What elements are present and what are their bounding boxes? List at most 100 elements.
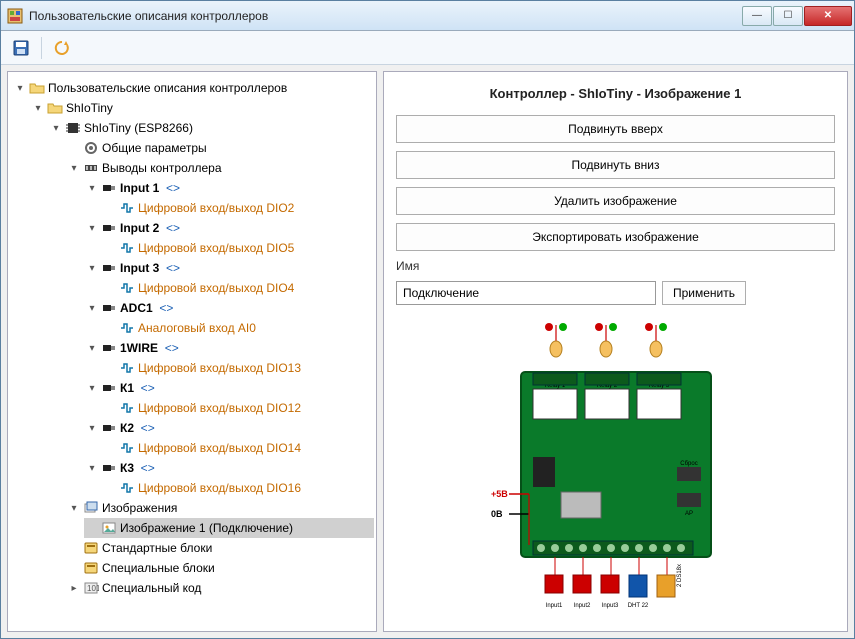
tree-image-1[interactable]: ▾ Изображение 1 (Подключение) [84, 518, 374, 538]
tree-pin-adc1-sub[interactable]: ▾Аналоговый вход AI0 [102, 318, 374, 338]
svg-text:Input3: Input3 [601, 603, 618, 609]
tree-pin-k1[interactable]: ▾К1 <> [84, 378, 374, 398]
tree-pin-input1[interactable]: ▾Input 1 <> [84, 178, 374, 198]
titlebar: Пользовательские описания контроллеров —… [1, 1, 854, 31]
tree-pin-onewire[interactable]: ▾1WIRE <> [84, 338, 374, 358]
image-icon [101, 520, 117, 536]
tree-root[interactable]: ▾ Пользовательские описания контроллеров [12, 78, 374, 98]
pin-icon [101, 460, 117, 476]
signal-icon [119, 440, 135, 456]
tree-panel[interactable]: ▾ Пользовательские описания контроллеров… [7, 71, 377, 632]
chevron-down-icon[interactable]: ▾ [50, 123, 62, 134]
tree-device[interactable]: ▾ ShIoTiny [30, 98, 374, 118]
svg-text:Input2: Input2 [573, 603, 590, 609]
tree-pin-input1-sub[interactable]: ▾Цифровой вход/выход DIO2 [102, 198, 374, 218]
chevron-down-icon[interactable]: ▾ [14, 83, 26, 94]
tree-pin-k2[interactable]: ▾К2 <> [84, 418, 374, 438]
toolbar-separator [41, 37, 42, 59]
tree-pin-input3-sub[interactable]: ▾Цифровой вход/выход DIO4 [102, 278, 374, 298]
tree-pin-k3-sub[interactable]: ▾Цифровой вход/выход DIO16 [102, 478, 374, 498]
refresh-button[interactable] [50, 36, 74, 60]
pin-icon [101, 380, 117, 396]
pin-icon [101, 260, 117, 276]
tree-spec-code[interactable]: ▸ 101 Специальный код [66, 578, 374, 598]
tree-spec-blocks[interactable]: ▾ Специальные блоки [66, 558, 374, 578]
detail-panel: Контроллер - ShIoTiny - Изображение 1 По… [383, 71, 848, 632]
tree-pin-onewire-sub[interactable]: ▾Цифровой вход/выход DIO13 [102, 358, 374, 378]
signal-icon [119, 360, 135, 376]
chevron-down-icon[interactable]: ▾ [86, 463, 98, 474]
window-title: Пользовательские описания контроллеров [29, 9, 742, 23]
tree-pin-k2-sub[interactable]: ▾Цифровой вход/выход DIO14 [102, 438, 374, 458]
block-icon [83, 560, 99, 576]
apply-button[interactable]: Применить [662, 281, 746, 305]
tree-std-blocks[interactable]: ▾ Стандартные блоки [66, 538, 374, 558]
tree-images[interactable]: ▾ Изображения [66, 498, 374, 518]
name-label: Имя [396, 259, 835, 273]
chevron-down-icon[interactable]: ▾ [86, 183, 98, 194]
tree-pin-adc1[interactable]: ▾ADC1 <> [84, 298, 374, 318]
tree-pins[interactable]: ▾ Выводы контроллера [66, 158, 374, 178]
gear-icon [83, 140, 99, 156]
app-icon [7, 8, 23, 24]
board-image: Relay 1 Relay 2 Relay 3 Сброс AP [396, 313, 835, 621]
svg-text:Input1: Input1 [545, 603, 562, 609]
detail-title: Контроллер - ShIoTiny - Изображение 1 [396, 86, 835, 101]
signal-icon [119, 240, 135, 256]
pin-icon [101, 220, 117, 236]
pin-icon [101, 180, 117, 196]
close-button[interactable]: ✕ [804, 6, 852, 26]
signal-icon [119, 400, 135, 416]
body: ▾ Пользовательские описания контроллеров… [1, 65, 854, 638]
move-down-button[interactable]: Подвинуть вниз [396, 151, 835, 179]
save-button[interactable] [9, 36, 33, 60]
minimize-button[interactable]: — [742, 6, 772, 26]
tree-chip[interactable]: ▾ ShIoTiny (ESP8266) [48, 118, 374, 138]
name-row: Применить [396, 281, 835, 305]
chevron-down-icon[interactable]: ▾ [86, 303, 98, 314]
chip-icon [65, 120, 81, 136]
tree-pin-k3[interactable]: ▾К3 <> [84, 458, 374, 478]
chevron-down-icon[interactable]: ▾ [86, 343, 98, 354]
chevron-down-icon[interactable]: ▾ [68, 163, 80, 174]
chevron-down-icon[interactable]: ▾ [86, 263, 98, 274]
pin-icon [101, 300, 117, 316]
signal-icon [119, 280, 135, 296]
svg-text:DHT 22: DHT 22 [627, 603, 648, 609]
chevron-right-icon[interactable]: ▸ [68, 583, 80, 594]
chevron-down-icon[interactable]: ▾ [86, 383, 98, 394]
tree: ▾ Пользовательские описания контроллеров… [10, 78, 374, 598]
signal-icon [119, 480, 135, 496]
move-up-button[interactable]: Подвинуть вверх [396, 115, 835, 143]
folder-open-icon [47, 100, 63, 116]
block-icon [83, 540, 99, 556]
pin-icon [101, 340, 117, 356]
signal-icon [119, 320, 135, 336]
tree-general[interactable]: ▾ Общие параметры [66, 138, 374, 158]
app-window: Пользовательские описания контроллеров —… [0, 0, 855, 639]
toolbar [1, 31, 854, 65]
chevron-down-icon[interactable]: ▾ [68, 503, 80, 514]
signal-icon [119, 200, 135, 216]
code-icon: 101 [83, 580, 99, 596]
export-image-button[interactable]: Экспортировать изображение [396, 223, 835, 251]
name-input[interactable] [396, 281, 656, 305]
svg-text:2 DS18x: 2 DS18x [677, 564, 683, 587]
tree-pin-k1-sub[interactable]: ▾Цифровой вход/выход DIO12 [102, 398, 374, 418]
delete-image-button[interactable]: Удалить изображение [396, 187, 835, 215]
folder-open-icon [29, 80, 45, 96]
pin-icon [101, 420, 117, 436]
tree-pin-input3[interactable]: ▾Input 3 <> [84, 258, 374, 278]
svg-text:AP: AP [684, 511, 692, 517]
tree-pin-input2-sub[interactable]: ▾Цифровой вход/выход DIO5 [102, 238, 374, 258]
tree-pin-input2[interactable]: ▾Input 2 <> [84, 218, 374, 238]
chevron-down-icon[interactable]: ▾ [32, 103, 44, 114]
maximize-button[interactable]: ☐ [773, 6, 803, 26]
controller-board-svg: Relay 1 Relay 2 Relay 3 Сброс AP [461, 317, 771, 617]
images-icon [83, 500, 99, 516]
chevron-down-icon[interactable]: ▾ [86, 423, 98, 434]
svg-text:0В: 0В [491, 509, 503, 519]
svg-text:Сброс: Сброс [680, 461, 697, 467]
chevron-down-icon[interactable]: ▾ [86, 223, 98, 234]
window-buttons: — ☐ ✕ [742, 6, 852, 26]
